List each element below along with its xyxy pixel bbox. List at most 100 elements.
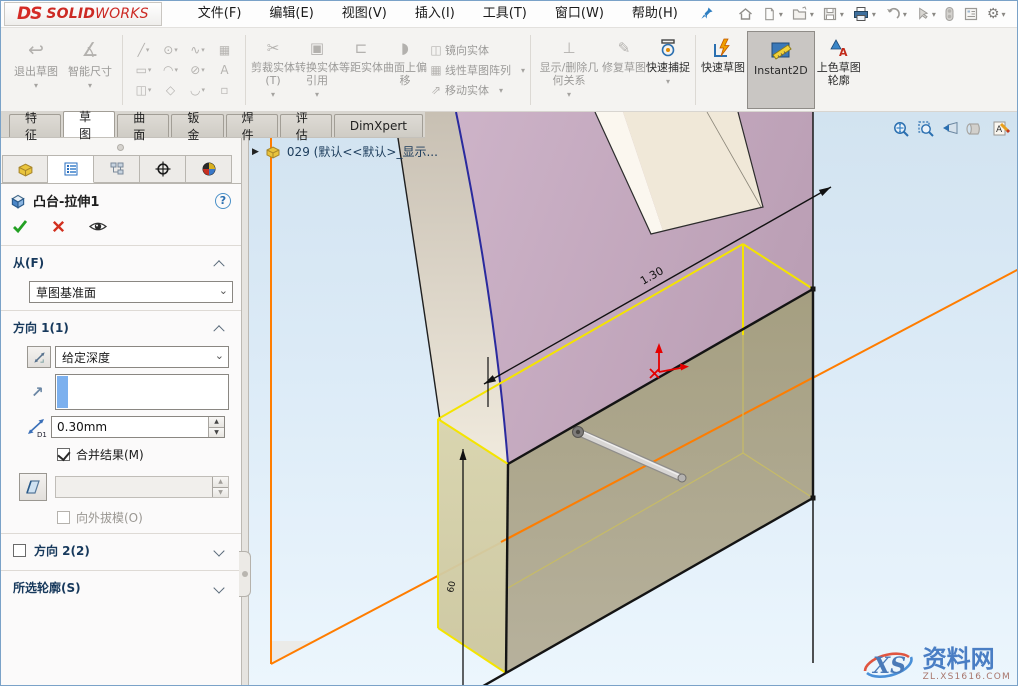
convert-entities-button[interactable]: ▣ 转换实体引用 ▾ (295, 31, 339, 109)
expand-icon[interactable] (213, 582, 224, 593)
menu-insert[interactable]: 插入(I) (401, 1, 469, 27)
direction2-checkbox[interactable] (13, 544, 26, 557)
chevron-down-icon[interactable]: ▾ (88, 81, 92, 90)
smart-dimension-button[interactable]: ∡ 智能尺寸 ▾ (63, 31, 117, 109)
direction-reference-box[interactable] (55, 374, 229, 410)
previous-view-icon[interactable] (941, 119, 961, 139)
zoom-to-area-icon[interactable] (916, 119, 936, 139)
tree-expand-icon[interactable]: ▶ (252, 147, 259, 157)
plane-tool-icon[interactable]: ▦ (211, 40, 238, 60)
polygon-tool-icon[interactable]: ◇ (157, 80, 184, 100)
panel-splitter[interactable] (241, 138, 249, 686)
slot-tool-icon[interactable]: ◫▾ (130, 80, 157, 100)
linear-sketch-pattern-button[interactable]: ▦线性草图阵列▾ (427, 61, 525, 79)
merge-result-checkbox[interactable] (57, 448, 70, 461)
chevron-down-icon[interactable]: ▾ (315, 90, 319, 99)
shaded-sketch-contours-button[interactable]: A 上色草图轮廓 (817, 31, 861, 109)
save-icon[interactable]: ▾ (819, 5, 847, 23)
chevron-down-icon[interactable]: ▾ (271, 90, 275, 99)
collapse-icon[interactable] (213, 260, 224, 271)
point-tool-icon[interactable]: ▫ (211, 80, 238, 100)
preview-eye-button[interactable] (88, 219, 108, 238)
ellipse-tool-icon[interactable]: ⊘▾ (184, 60, 211, 80)
display-delete-relations-button[interactable]: ⊥ 显示/删除几何关系 ▾ (536, 31, 602, 109)
menu-view[interactable]: 视图(V) (328, 1, 401, 27)
section-from[interactable]: 从(F) (1, 246, 241, 275)
end-condition-dropdown[interactable]: 给定深度 ⌄ (55, 346, 229, 368)
help-icon[interactable]: ? (215, 193, 231, 209)
panel-grab-handle[interactable] (117, 144, 124, 151)
offset-on-surface-button[interactable]: ◗ 曲面上偏移 (383, 31, 427, 109)
tab-displaymanager[interactable] (186, 155, 232, 183)
draft-angle-spinner[interactable]: ▲▼ (212, 477, 228, 497)
graphics-area[interactable]: 1.30 60 (249, 112, 1018, 686)
tab-dimxpertmanager[interactable] (140, 155, 186, 183)
reverse-direction-button[interactable] (27, 346, 51, 368)
view-settings-icon[interactable]: A (991, 119, 1011, 139)
undo-icon[interactable]: ▾ (881, 5, 910, 23)
section-direction1[interactable]: 方向 1(1) (1, 311, 241, 340)
tab-sheet-metal[interactable]: 钣金 (171, 114, 223, 137)
tab-features[interactable]: 特征 (9, 114, 61, 137)
print-icon[interactable]: ▾ (849, 5, 879, 23)
menu-file[interactable]: 文件(F) (184, 1, 256, 27)
spline-tool-icon[interactable]: ∿▾ (184, 40, 211, 60)
select-arrow-icon[interactable]: ▾ (912, 5, 939, 23)
options-gear-icon[interactable]: ⚙▾ (984, 5, 1009, 23)
section-direction2[interactable]: 方向 2(2) (1, 534, 241, 563)
expand-icon[interactable] (213, 545, 224, 556)
tab-sketch[interactable]: 草图 (63, 111, 115, 137)
ok-button[interactable] (11, 218, 29, 238)
depth-field[interactable]: ▲▼ (51, 416, 225, 438)
chevron-down-icon[interactable]: ▾ (666, 77, 670, 86)
depth-input[interactable] (52, 417, 207, 437)
draft-button[interactable] (19, 473, 47, 501)
tab-featuremanager[interactable] (2, 155, 48, 183)
exit-sketch-button[interactable]: ↩ 退出草图 ▾ (9, 31, 63, 109)
tab-weldments[interactable]: 焊件 (226, 114, 278, 137)
quick-snaps-button[interactable]: 快速捕捉 ▾ (646, 31, 690, 109)
arc-tool-icon[interactable]: ◠▾ (157, 60, 184, 80)
section-selected-contours[interactable]: 所选轮廓(S) (1, 571, 241, 600)
flyout-feature-tree[interactable]: ▶ 029 (默认<<默认>_显示... (252, 143, 438, 160)
open-icon[interactable]: ▾ (788, 5, 817, 23)
menu-window[interactable]: 窗口(W) (541, 1, 618, 27)
file-properties-icon[interactable] (960, 5, 982, 23)
start-condition-dropdown[interactable]: 草图基准面 ⌄ (29, 281, 233, 303)
tab-propertymanager[interactable] (48, 155, 94, 183)
fillet-tool-icon[interactable]: ◡▾ (184, 80, 211, 100)
trim-entities-button[interactable]: ✂ 剪裁实体(T) ▾ (251, 31, 295, 109)
tab-configurationmanager[interactable] (94, 155, 140, 183)
chevron-down-icon[interactable]: ▾ (34, 81, 38, 90)
text-tool-icon[interactable]: A (211, 60, 238, 80)
draft-angle-field[interactable]: ▲▼ (55, 476, 229, 498)
collapse-icon[interactable] (213, 325, 224, 336)
new-document-icon[interactable]: ▾ (759, 5, 786, 23)
pin-menu-icon[interactable] (700, 5, 714, 24)
rebuild-icon[interactable] (941, 5, 958, 23)
circle-tool-icon[interactable]: ⊙▾ (157, 40, 184, 60)
tab-surfaces[interactable]: 曲面 (117, 114, 169, 137)
rectangle-tool-icon[interactable]: ▭▾ (130, 60, 157, 80)
draft-outward-checkbox[interactable] (57, 511, 70, 524)
chevron-down-icon[interactable]: ▾ (499, 86, 503, 95)
line-tool-icon[interactable]: ╱▾ (130, 40, 157, 60)
instant2d-button[interactable]: Instant2D (747, 31, 815, 109)
rapid-sketch-button[interactable]: 快速草图 (701, 31, 745, 109)
tab-dimxpert[interactable]: DimXpert (334, 114, 423, 137)
chevron-down-icon[interactable]: ▾ (521, 66, 525, 75)
section-view-icon[interactable] (966, 119, 986, 139)
chevron-down-icon[interactable]: ▾ (567, 90, 571, 99)
menu-help[interactable]: 帮助(H) (618, 1, 692, 27)
cancel-button[interactable] (51, 219, 66, 238)
home-icon[interactable] (734, 5, 757, 23)
mirror-entities-button[interactable]: ◫镜向实体 (427, 41, 525, 59)
repair-sketch-button[interactable]: ✎ 修复草图 (602, 31, 646, 109)
offset-entities-button[interactable]: ⊏ 等距实体 (339, 31, 383, 109)
zoom-to-fit-icon[interactable] (891, 119, 911, 139)
panel-splitter-handle[interactable] (239, 551, 251, 597)
tree-item-label[interactable]: 029 (默认<<默认>_显示... (287, 143, 438, 160)
tab-evaluate[interactable]: 评估 (280, 114, 332, 137)
move-entities-button[interactable]: ⇗移动实体▾ (427, 81, 525, 99)
depth-spinner[interactable]: ▲▼ (208, 417, 224, 437)
